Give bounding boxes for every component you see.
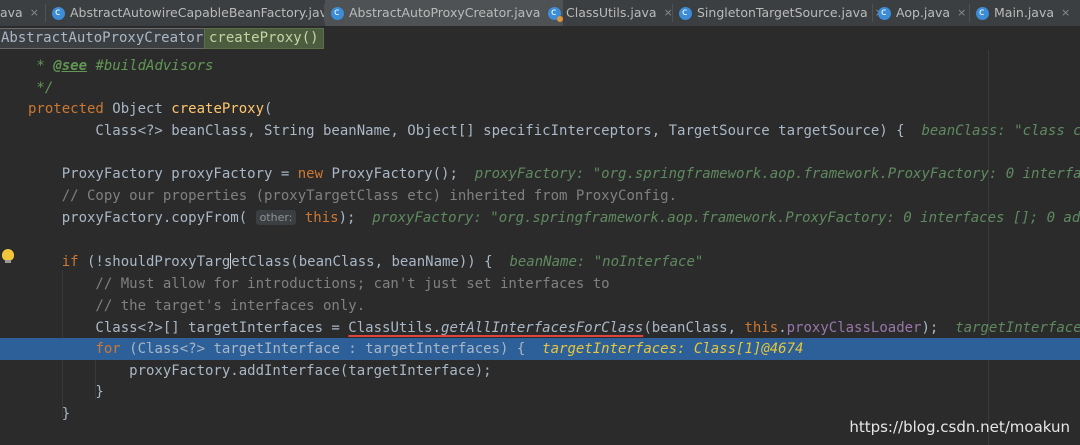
tab-label: AbstractAutowireCapableBeanFactory.java — [70, 5, 335, 20]
code-line: Class<?> beanClass, String beanName, Obj… — [0, 120, 1080, 142]
breadcrumb-class[interactable]: AbstractAutoProxyCreator — [0, 28, 209, 49]
class-icon — [331, 0, 344, 26]
tab-label: ClassUtils.java — [566, 5, 657, 20]
code-line: */ — [28, 80, 54, 96]
tab-abstract-auto-proxy-creator[interactable]: AbstractAutoProxyCreator.java × — [325, 0, 563, 26]
tab-class-utils[interactable]: ClassUtils.java × — [548, 0, 673, 26]
close-icon[interactable]: × — [957, 0, 966, 26]
class-icon — [878, 0, 891, 26]
tab-singleton-target-source[interactable]: SingletonTargetSource.java × — [679, 0, 884, 26]
tab-separator — [872, 4, 873, 22]
code-line: proxyFactory.addInterface(targetInterfac… — [28, 363, 492, 379]
inline-debug-value: proxyFactory: "org.springframework.aop.f… — [474, 166, 1080, 182]
code-line: // the target's interfaces only. — [28, 298, 366, 314]
watermark: https://blog.csdn.net/moakun — [849, 418, 1070, 436]
class-icon — [52, 0, 65, 26]
inline-debug-value: proxyFactory: "org.springframework.aop.f… — [372, 210, 1080, 226]
tab-abstract-autowire-capable-bean-factory[interactable]: AbstractAutowireCapableBeanFactory.java … — [52, 0, 351, 26]
close-icon[interactable]: × — [30, 0, 39, 26]
tab-label: AbstractAutoProxyCreator.java — [349, 5, 541, 20]
code-line: Class<?>[] targetInterfaces = ClassUtils… — [0, 317, 1080, 339]
inline-debug-value: targetInterfaces: Class[1]@4674 — [542, 341, 804, 357]
code-line: } — [28, 384, 104, 400]
code-line: protected Object createProxy( — [28, 101, 273, 117]
breadcrumb: AbstractAutoProxyCreator createProxy() — [0, 27, 1080, 49]
code-line: if (!shouldProxyTargetClass(beanClass, b… — [61, 253, 704, 270]
class-icon — [679, 0, 692, 26]
inline-debug-value: beanClass: "class com — [921, 123, 1080, 139]
tab-separator — [45, 4, 46, 22]
editor-tab-bar: ava × AbstractAutowireCapableBeanFactory… — [0, 0, 1080, 27]
tab-separator — [969, 4, 970, 22]
tab-aop[interactable]: Aop.java × — [878, 0, 966, 26]
breadcrumb-method[interactable]: createProxy() — [204, 28, 324, 49]
inline-debug-value: beanName: "noInterface" — [509, 254, 704, 270]
tab-label: SingletonTargetSource.java — [697, 5, 868, 20]
code-line: // Must allow for introductions; can't j… — [28, 276, 610, 292]
tab-main[interactable]: Main.java × — [976, 0, 1070, 26]
code-line: * @see #buildAdvisors — [28, 58, 214, 74]
code-line: proxyFactory.copyFrom( other: this); pro… — [0, 207, 1080, 229]
red-underline: ClassUtils.getAllInterfacesForClass — [348, 320, 644, 336]
tab-label: Main.java — [994, 5, 1055, 20]
tab-label: Aop.java — [896, 5, 951, 20]
tab-partial-java[interactable]: ava × — [0, 0, 39, 26]
close-icon[interactable]: × — [1061, 0, 1070, 26]
inline-debug-value: targetInterfaces: — [955, 320, 1080, 336]
code-line: // Copy our properties (proxyTargetClass… — [28, 188, 678, 204]
tab-label: ava — [0, 5, 23, 20]
code-line: ProxyFactory proxyFactory = new ProxyFac… — [0, 163, 1080, 185]
execution-point-line: for (Class<?> targetInterface : targetIn… — [0, 338, 1080, 360]
tab-separator — [672, 4, 673, 22]
parameter-hint: other: — [255, 210, 297, 225]
class-icon — [976, 0, 989, 26]
class-icon — [548, 0, 563, 26]
